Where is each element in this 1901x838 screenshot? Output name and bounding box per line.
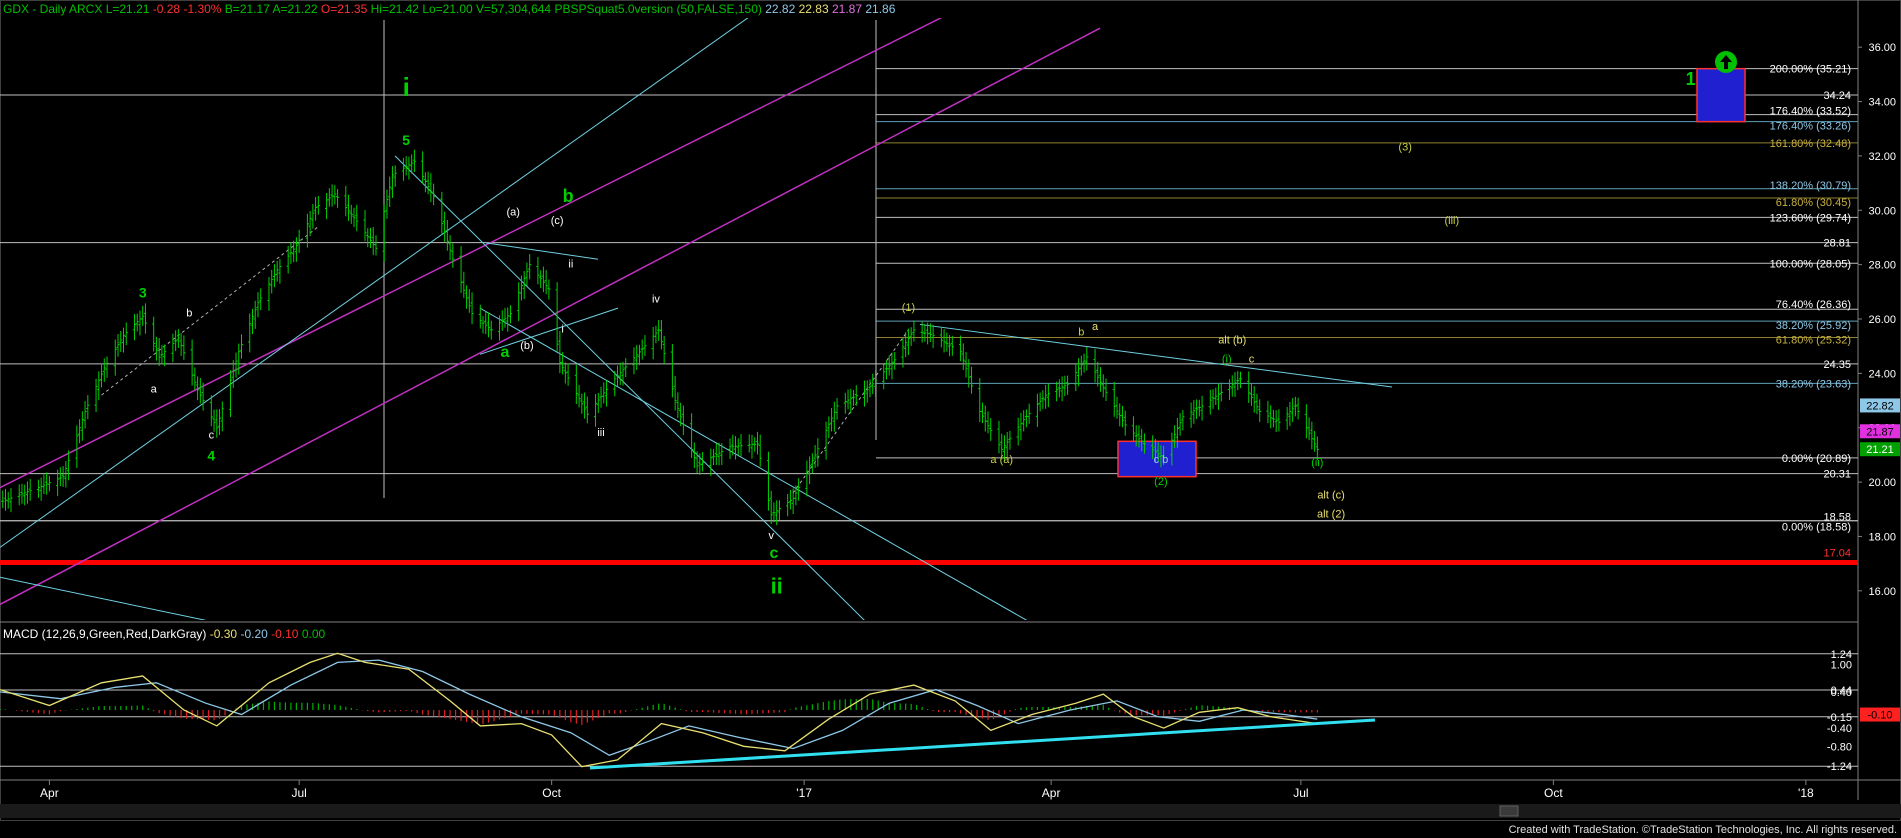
time-tick-label: Oct (1544, 786, 1563, 800)
price-tick-label: 20.00 (1868, 477, 1896, 489)
wave-label-8: (a) (506, 207, 519, 219)
tradestation-chart-window: GDX - Daily ARCX L=21.21 -0.28 -1.30% B=… (0, 0, 1901, 838)
window-border (0, 0, 1901, 821)
price-tick-label: 16.00 (1868, 586, 1896, 598)
fib-label-13: 24.35 (1823, 359, 1851, 371)
last-price-tag-text: 21.21 (1866, 444, 1894, 456)
price-chart[interactable]: i53bac4a(a)(c)biii(b)iiiivvcii(1)a (a)b a… (0, 0, 1901, 838)
time-tick-label: Jul (291, 786, 306, 800)
macd-level-label-6: -0.80 (1827, 741, 1852, 753)
macd-level-label-4: -0.15 (1827, 712, 1852, 724)
falling-channel-upper (394, 155, 865, 620)
time-tick-label: Apr (1042, 786, 1061, 800)
price-tick-label: 30.00 (1868, 205, 1896, 217)
support-level-label: 17.04 (1823, 548, 1851, 560)
price-tick-label: 26.00 (1868, 314, 1896, 326)
macd-level-label-5: -0.40 (1827, 723, 1852, 735)
fib-label-2: 176.40% (33.52) (1770, 106, 1851, 118)
wave-label-22: a (1092, 321, 1099, 333)
fib-label-11: 38.20% (25.92) (1776, 320, 1851, 332)
macd-level-label-3: 0.40 (1831, 687, 1852, 699)
wave-label-2: 3 (139, 284, 147, 300)
resistance-line (919, 323, 1393, 388)
fib-label-18: 0.00% (18.58) (1782, 522, 1851, 534)
horizontal-scrollbar[interactable] (0, 804, 1901, 818)
wave-label-16: v (768, 530, 774, 542)
wave-label-23: c b (1154, 454, 1169, 466)
long-trend-line (0, 576, 207, 620)
time-tick-label: Jul (1293, 786, 1308, 800)
fib-label-4: 161.80% (32.48) (1770, 138, 1851, 150)
fib-label-15: 0.00% (20.89) (1782, 453, 1851, 465)
time-tick-label: Oct (542, 786, 561, 800)
fib-label-9: 100.00% (28.05) (1770, 258, 1851, 270)
wave-label-11: ii (568, 258, 573, 270)
price-tick-label: 32.00 (1868, 151, 1896, 163)
wave-label-27: c (1249, 353, 1255, 365)
wave-label-25: alt (b) (1218, 334, 1246, 346)
price-tick-label: 18.00 (1868, 531, 1896, 543)
last-price-tag-text: 22.82 (1866, 400, 1894, 412)
fib-label-10: 76.40% (26.36) (1776, 299, 1851, 311)
price-tick-label: 34.00 (1868, 97, 1896, 109)
time-tick-label: Apr (40, 786, 59, 800)
up-arrow-icon (1715, 51, 1737, 73)
price-tick-label: 36.00 (1868, 42, 1896, 54)
fib-label-7: 123.60% (29.74) (1770, 212, 1851, 224)
fib-label-1: 34.24 (1823, 90, 1851, 102)
wave-label-12: i (561, 324, 563, 336)
wave-label-21: b (1078, 326, 1084, 338)
time-tick-label: '17 (796, 786, 812, 800)
price-tick-label: 28.00 (1868, 260, 1896, 272)
wave-label-26: (i) (1222, 353, 1232, 365)
wave-label-10: b (563, 186, 574, 206)
macd-level-label-1: 1.00 (1831, 660, 1852, 672)
wave-guide-dashed (101, 226, 319, 396)
macd-divergence-line (589, 718, 1376, 770)
fib-label-16: 20.31 (1823, 469, 1851, 481)
wave-label-14: iii (597, 427, 604, 439)
fib-label-3: 176.40% (33.26) (1770, 121, 1851, 133)
time-tick-label: '18 (1798, 786, 1814, 800)
falling-channel-lower (479, 307, 1028, 620)
wave-label-9: (c) (551, 215, 564, 227)
wave-label-20: a (a) (990, 454, 1013, 466)
scrollbar-thumb[interactable] (1499, 805, 1519, 817)
wave-label-4: a (151, 383, 158, 395)
wave-label-7: a (501, 344, 510, 361)
wave-label-24: (2) (1154, 476, 1167, 488)
macd-level-label-7: -1.24 (1827, 761, 1852, 773)
wave-label-32: (3) (1398, 141, 1411, 153)
channel-upper (0, 18, 943, 489)
wave-label-13: (b) (520, 340, 533, 352)
b-wave-line (485, 242, 599, 260)
wave-label-31: (iii) (1444, 215, 1459, 227)
wave-label-0: i (403, 72, 410, 102)
target-box (1696, 67, 1746, 123)
wave-label-17: c (769, 545, 778, 562)
wave-label-15: iv (652, 294, 660, 306)
fib-label-6: 61.80% (30.45) (1776, 197, 1851, 209)
wave-label-29: alt (c) (1317, 489, 1345, 501)
wave-label-1: 5 (402, 132, 410, 148)
wave-label-33: 1 (1686, 69, 1696, 89)
fib-label-5: 138.20% (30.79) (1770, 180, 1851, 192)
wave-label-6: 4 (207, 447, 215, 463)
wave-label-30: alt (2) (1317, 508, 1345, 520)
last-price-tag-text: 21.87 (1866, 426, 1894, 438)
fib-label-14: 38.20% (23.63) (1776, 378, 1851, 390)
channel-lower (0, 27, 1101, 606)
price-tick-label: 24.00 (1868, 368, 1896, 380)
wave-label-5: c (209, 430, 215, 442)
fib-label-12: 61.80% (25.32) (1776, 334, 1851, 346)
macd-value-tag-text: -0.10 (1867, 710, 1892, 722)
wave-label-18: ii (771, 574, 783, 599)
wave-label-3: b (186, 307, 192, 319)
fib-label-8: 28.81 (1823, 238, 1851, 250)
wave-label-28: (ii) (1311, 457, 1323, 469)
wave-label-19: (1) (902, 302, 915, 314)
fib-label-0: 200.00% (35.21) (1770, 64, 1851, 76)
